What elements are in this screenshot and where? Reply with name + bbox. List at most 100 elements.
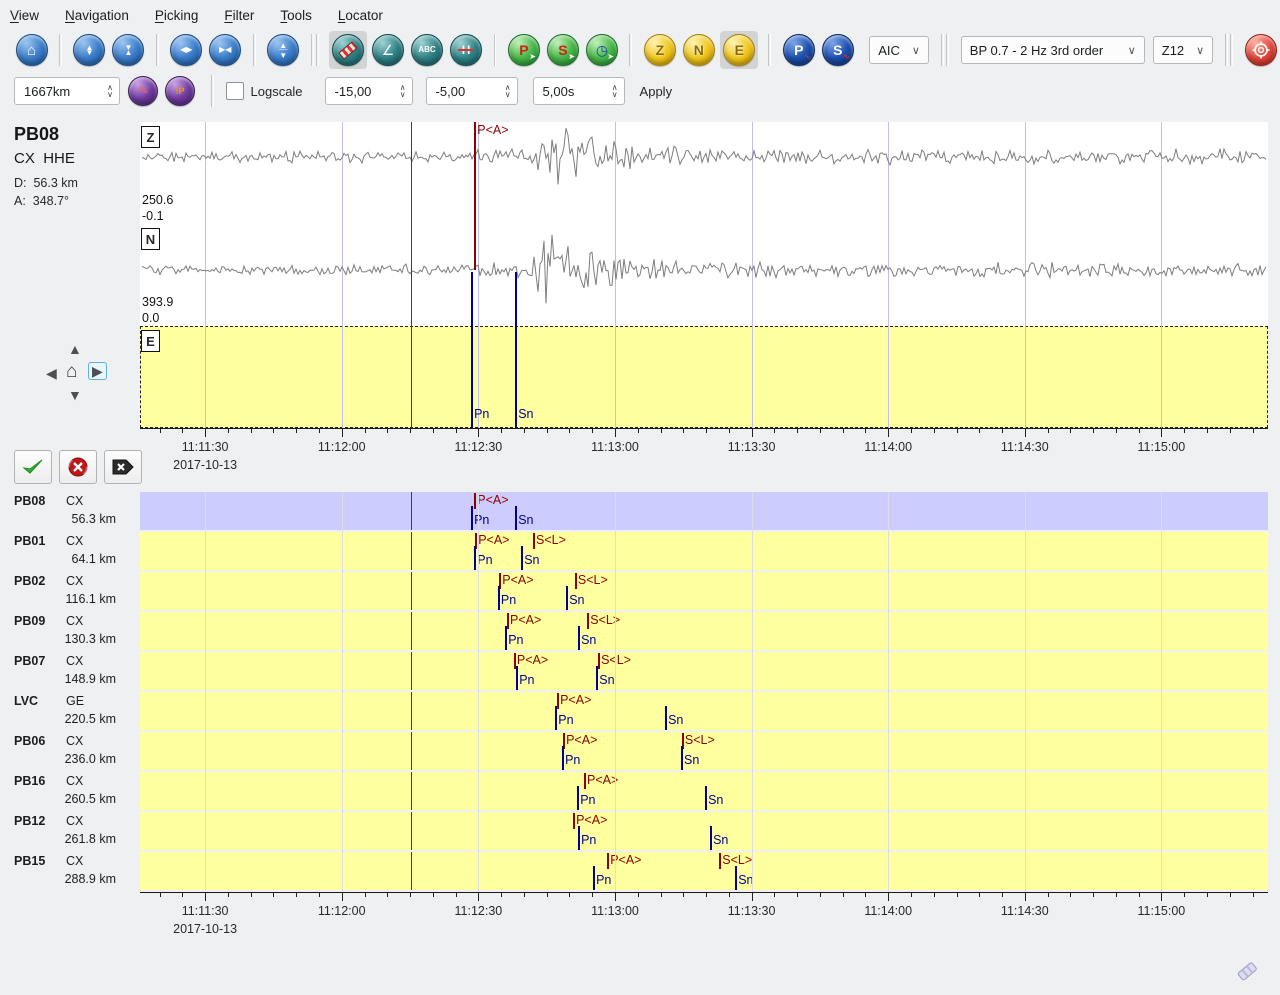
- station-row-pb08[interactable]: P<A>Pn Sn: [140, 492, 1268, 530]
- distance-spinbox[interactable]: 1667km∧∨: [14, 77, 120, 105]
- menu-item-locator[interactable]: Locator: [338, 4, 395, 27]
- pick-marker-PA[interactable]: P<A>: [584, 773, 586, 789]
- pick-marker-SL[interactable]: S<L>: [533, 533, 535, 549]
- station-label-pb16[interactable]: PB16CX260.5 km: [0, 772, 140, 812]
- station-row-pb01[interactable]: P<A>S<L>PnSn: [140, 532, 1268, 570]
- pick-marker-Pn[interactable]: Pn: [555, 706, 557, 730]
- scroll-home-button[interactable]: ⌂: [66, 362, 77, 381]
- fix-origin-button[interactable]: !P: [165, 76, 195, 106]
- rotation-combo[interactable]: Z12∨: [1153, 36, 1213, 64]
- pick-marker-Sn[interactable]: Sn: [665, 706, 667, 730]
- time-window-spinbox[interactable]: 5,00s∧∨: [533, 77, 625, 105]
- menu-item-picking[interactable]: Picking: [155, 4, 211, 27]
- spinner-arrows-icon[interactable]: ∧∨: [390, 84, 406, 98]
- sort-by-distance-button[interactable]: ✎: [128, 76, 158, 106]
- trace-view-panel[interactable]: Z N E 250.6 -0.1 393.9 0.0 P<A>PnSn: [140, 122, 1268, 428]
- menu-item-view[interactable]: View: [10, 4, 51, 27]
- measure-ruler-button[interactable]: [332, 34, 364, 66]
- export-picks-button[interactable]: [104, 450, 142, 484]
- spinner-arrows-icon[interactable]: ∧∨: [495, 84, 511, 98]
- normalize-amplitude-button[interactable]: ▲──▼: [267, 34, 299, 66]
- size-grip-icon[interactable]: [1234, 958, 1262, 986]
- station-label-pb01[interactable]: PB01CX64.1 km: [0, 532, 140, 572]
- pick-marker-Sn[interactable]: Sn: [515, 506, 517, 530]
- station-picks-panel[interactable]: P<A>PnSnP<A>S<L>PnSnP<A>S<L>PnSnP<A>S<L>…: [140, 492, 1268, 892]
- pick-marker-Pn[interactable]: Pn: [474, 546, 476, 570]
- station-label-pb09[interactable]: PB09CX130.3 km: [0, 612, 140, 652]
- pick-marker-Pn[interactable]: Pn: [593, 866, 595, 890]
- pick-marker-Pn[interactable]: Pn: [505, 626, 507, 650]
- pick-marker-Pn[interactable]: Pn: [498, 586, 500, 610]
- pick-marker-SL[interactable]: S<L>: [587, 613, 589, 629]
- home-view-button[interactable]: ⌂: [16, 34, 48, 66]
- phase-labels-button[interactable]: ABC: [411, 34, 443, 66]
- pick-marker-Sn[interactable]: Sn: [521, 546, 523, 570]
- scroll-right-button[interactable]: ▶: [88, 362, 107, 380]
- station-label-pb07[interactable]: PB07CX148.9 km: [0, 652, 140, 692]
- pick-marker-PA[interactable]: P<A>: [474, 493, 476, 509]
- pick-marker-SL[interactable]: S<L>: [575, 573, 577, 589]
- amp-max-spinbox[interactable]: -5,00∧∨: [426, 77, 518, 105]
- pick-marker-PA[interactable]: P<A>: [573, 813, 575, 829]
- compress-vertical-button[interactable]: ▼▲: [112, 34, 144, 66]
- preview-s-button[interactable]: S∿: [822, 34, 854, 66]
- pick-marker-Sn[interactable]: Sn: [735, 866, 737, 890]
- menu-item-tools[interactable]: Tools: [280, 4, 324, 27]
- preview-p-button[interactable]: P∿: [783, 34, 815, 66]
- pick-s-button[interactable]: S➤: [547, 34, 579, 66]
- pick-marker-PA[interactable]: P<A>: [607, 853, 609, 869]
- component-e-button[interactable]: E: [723, 34, 755, 66]
- pick-marker-Sn[interactable]: Sn: [566, 586, 568, 610]
- pick-marker-Sn[interactable]: Sn: [710, 826, 712, 850]
- pick-marker-Pn[interactable]: Pn: [577, 786, 579, 810]
- pick-marker-Pn[interactable]: Pn: [471, 272, 473, 428]
- station-row-pb12[interactable]: P<A>Pn Sn: [140, 812, 1268, 850]
- menu-item-filter[interactable]: Filter: [224, 4, 266, 27]
- compress-horizontal-button[interactable]: ▶◀: [209, 34, 241, 66]
- polarization-angle-button[interactable]: ∠: [372, 34, 404, 66]
- spinner-arrows-icon[interactable]: ∧∨: [97, 84, 113, 98]
- component-z-button[interactable]: Z: [644, 34, 676, 66]
- station-row-pb06[interactable]: P<A>S<L>PnSn: [140, 732, 1268, 770]
- pick-marker-SL[interactable]: S<L>: [719, 853, 721, 869]
- pick-marker-Pn[interactable]: Pn: [471, 506, 473, 530]
- pick-marker-Sn[interactable]: Sn: [596, 666, 598, 690]
- pick-p-button[interactable]: P➤: [508, 34, 540, 66]
- relocate-button[interactable]: [1245, 34, 1277, 66]
- pick-marker-Sn[interactable]: Sn: [515, 272, 517, 428]
- apply-button[interactable]: Apply: [640, 84, 673, 99]
- station-label-pb06[interactable]: PB06CX236.0 km: [0, 732, 140, 772]
- station-label-pb08[interactable]: PB08CX56.3 km: [0, 492, 140, 532]
- station-row-pb09[interactable]: P<A> S<L> Pn Sn: [140, 612, 1268, 650]
- station-row-pb16[interactable]: P<A> Pn Sn: [140, 772, 1268, 810]
- station-row-pb02[interactable]: P<A>S<L>PnSn: [140, 572, 1268, 610]
- station-label-pb02[interactable]: PB02CX116.1 km: [0, 572, 140, 612]
- station-row-pb15[interactable]: P<A> S<L> Pn Sn: [140, 852, 1268, 890]
- pick-marker-Sn[interactable]: Sn: [705, 786, 707, 810]
- scroll-left-button[interactable]: ◀: [46, 366, 57, 380]
- pick-marker-SL[interactable]: S<L>: [598, 653, 600, 669]
- spinner-arrows-icon[interactable]: ∧∨: [602, 84, 618, 98]
- pick-marker-Pn[interactable]: Pn: [562, 746, 564, 770]
- scroll-down-button[interactable]: ▼: [68, 388, 82, 402]
- pick-marker-PA[interactable]: P<A>: [474, 122, 476, 270]
- scroll-up-button[interactable]: ▲: [68, 342, 82, 356]
- pick-marker-Pn[interactable]: Pn: [516, 666, 518, 690]
- expand-vertical-button[interactable]: ▲▼: [73, 34, 105, 66]
- offset-button[interactable]: H: [450, 34, 482, 66]
- station-label-pb15[interactable]: PB15CX288.9 km: [0, 852, 140, 892]
- station-label-lvc[interactable]: LVCGE220.5 km: [0, 692, 140, 732]
- expand-horizontal-button[interactable]: ◀▶: [170, 34, 202, 66]
- filter-combo[interactable]: BP 0.7 - 2 Hz 3rd order∨: [961, 36, 1145, 64]
- pick-marker-PA[interactable]: P<A>: [507, 613, 509, 629]
- picker-algorithm-combo[interactable]: AIC∨: [869, 36, 929, 64]
- component-n-button[interactable]: N: [683, 34, 715, 66]
- pick-marker-Sn[interactable]: Sn: [578, 626, 580, 650]
- menu-item-navigation[interactable]: Navigation: [65, 4, 141, 27]
- confirm-picks-button[interactable]: [14, 450, 52, 484]
- pick-marker-Pn[interactable]: Pn: [578, 826, 580, 850]
- station-row-lvc[interactable]: P<A>PnSn: [140, 692, 1268, 730]
- reject-picks-button[interactable]: [59, 450, 97, 484]
- pick-marker-Sn[interactable]: Sn: [681, 746, 683, 770]
- amp-min-spinbox[interactable]: -15,00∧∨: [325, 77, 413, 105]
